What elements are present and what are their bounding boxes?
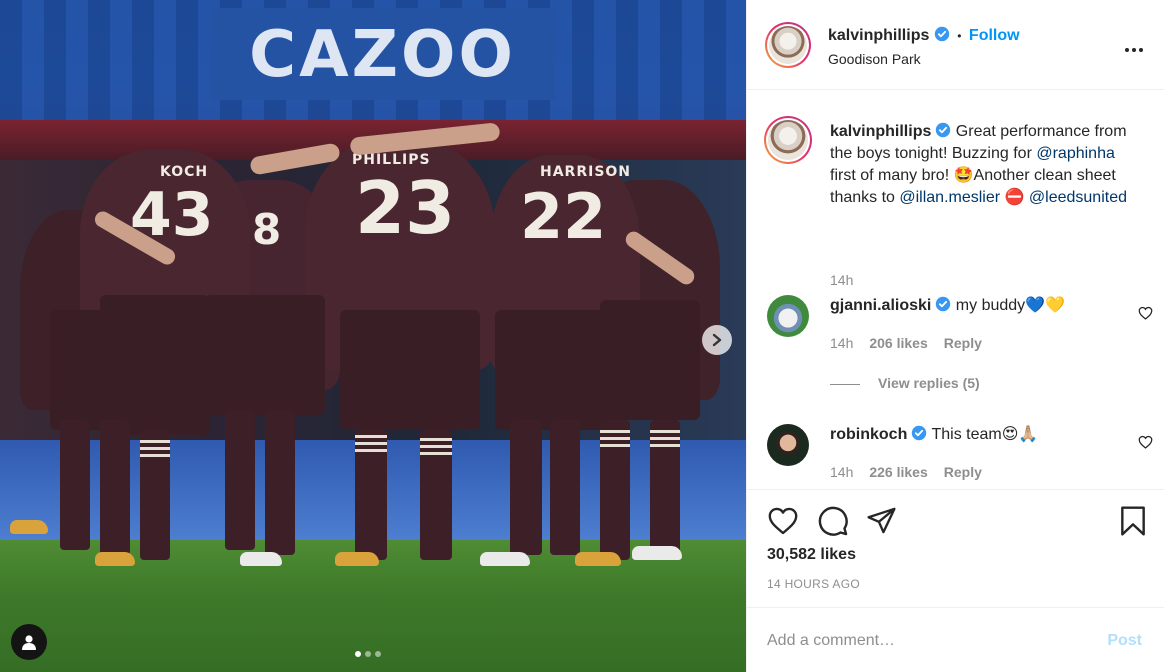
commenter-username[interactable]: robinkoch bbox=[830, 426, 907, 443]
boot bbox=[480, 552, 530, 566]
comment-text: gjanni.alioski my buddy💙💛 bbox=[830, 295, 1133, 317]
user-icon bbox=[22, 635, 36, 650]
player-8-number: 8 bbox=[252, 205, 282, 254]
follow-button[interactable]: Follow bbox=[969, 27, 1020, 44]
post-actions: 30,582 likes 14 HOURS AGO bbox=[747, 489, 1164, 607]
leg bbox=[550, 420, 580, 555]
comment-time: 14h bbox=[830, 464, 854, 480]
boot bbox=[575, 552, 621, 566]
caption-avatar-image bbox=[768, 120, 808, 160]
shorts bbox=[600, 300, 700, 420]
comment-meta: 14h 206 likes Reply bbox=[830, 335, 982, 351]
more-options-button[interactable] bbox=[1124, 36, 1144, 59]
boot bbox=[335, 552, 379, 566]
leg bbox=[100, 420, 130, 555]
comment-time: 14h bbox=[830, 335, 854, 351]
post-header: kalvinphillips • Follow Goodison Park bbox=[747, 0, 1164, 90]
sponsor-board: CAZOO bbox=[210, 8, 555, 100]
player-22-number: 22 bbox=[520, 180, 607, 253]
ellipsis-icon bbox=[1125, 48, 1143, 52]
carousel-next-button[interactable] bbox=[702, 325, 732, 355]
carousel-dot bbox=[365, 651, 371, 657]
chevron-right-icon bbox=[712, 333, 722, 347]
comment-likes[interactable]: 226 likes bbox=[869, 464, 927, 480]
like-heart-icon[interactable] bbox=[767, 506, 799, 535]
mention-link[interactable]: @illan.meslier bbox=[899, 189, 1000, 206]
leg bbox=[225, 410, 255, 550]
view-replies-label: View replies (5) bbox=[878, 375, 980, 391]
boot bbox=[240, 552, 282, 566]
author-avatar[interactable] bbox=[765, 22, 811, 68]
comment-body: This team😍🙏🏼 bbox=[927, 426, 1039, 443]
carousel-dot-active bbox=[355, 651, 361, 657]
sock-stripes bbox=[650, 430, 680, 448]
shorts bbox=[205, 295, 325, 415]
comment-text: robinkoch This team😍🙏🏼 bbox=[830, 424, 1133, 446]
caption-time: 14h bbox=[830, 272, 854, 288]
commenter-username[interactable]: gjanni.alioski bbox=[830, 297, 931, 314]
reply-button[interactable]: Reply bbox=[944, 464, 982, 480]
like-comment-heart-icon[interactable] bbox=[1138, 435, 1153, 449]
reply-button[interactable]: Reply bbox=[944, 335, 982, 351]
mention-link[interactable]: @raphinha bbox=[1036, 145, 1115, 162]
mention-link[interactable]: @leedsunited bbox=[1029, 189, 1127, 206]
post-photo[interactable]: CAZOO KOCH 43 8 PHILLIPS 23 HARRISON 22 bbox=[0, 0, 746, 672]
comment-input[interactable] bbox=[767, 628, 1087, 654]
player-23-number: 23 bbox=[355, 166, 456, 250]
post-location[interactable]: Goodison Park bbox=[828, 51, 921, 67]
comment-meta: 14h 226 likes Reply bbox=[830, 464, 982, 480]
save-bookmark-icon[interactable] bbox=[1118, 505, 1148, 537]
team-huddle: KOCH 43 8 PHILLIPS 23 HARRISON 22 bbox=[10, 100, 720, 580]
boot bbox=[95, 552, 135, 566]
post-comment-button[interactable]: Post bbox=[1107, 632, 1142, 650]
caption-username[interactable]: kalvinphillips bbox=[830, 123, 931, 140]
comments-list[interactable]: kalvinphillips Great performance from th… bbox=[747, 91, 1164, 489]
caption-text: kalvinphillips Great performance from th… bbox=[830, 121, 1133, 209]
caption-text-part: ⛔ bbox=[1000, 189, 1029, 206]
sock-stripes bbox=[355, 435, 387, 453]
sock-stripes bbox=[420, 438, 452, 456]
carousel-indicator bbox=[355, 651, 381, 657]
verified-badge-icon bbox=[934, 26, 950, 42]
commenter-avatar[interactable] bbox=[767, 424, 809, 466]
comment-body: my buddy💙💛 bbox=[951, 297, 1066, 314]
comment-bubble-icon[interactable] bbox=[817, 505, 849, 537]
share-paper-plane-icon[interactable] bbox=[866, 506, 897, 535]
player-22-name: HARRISON bbox=[540, 164, 632, 180]
sock-stripes bbox=[140, 440, 170, 460]
post-side-panel: kalvinphillips • Follow Goodison Park ka… bbox=[746, 0, 1164, 672]
tagged-users-button[interactable] bbox=[11, 624, 47, 660]
comment-likes[interactable]: 206 likes bbox=[869, 335, 927, 351]
post-timestamp[interactable]: 14 HOURS AGO bbox=[767, 577, 860, 591]
boot bbox=[632, 546, 682, 560]
view-replies-button[interactable]: View replies (5) bbox=[830, 375, 980, 391]
like-comment-heart-icon[interactable] bbox=[1138, 306, 1153, 320]
leg bbox=[265, 410, 295, 555]
leg bbox=[510, 420, 542, 555]
boot bbox=[10, 520, 48, 534]
verified-badge-icon bbox=[912, 425, 927, 441]
caption-avatar[interactable] bbox=[764, 116, 812, 164]
shorts bbox=[340, 310, 480, 430]
author-username[interactable]: kalvinphillips bbox=[828, 27, 929, 44]
commenter-avatar[interactable] bbox=[767, 295, 809, 337]
replies-divider-line bbox=[830, 383, 860, 385]
leg bbox=[60, 420, 90, 550]
player-43-name: KOCH bbox=[160, 164, 209, 180]
sponsor-board-text: CAZOO bbox=[249, 18, 516, 92]
shorts bbox=[100, 295, 210, 435]
author-avatar-image bbox=[769, 26, 807, 64]
likes-count[interactable]: 30,582 likes bbox=[767, 546, 856, 564]
verified-badge-icon bbox=[936, 296, 951, 312]
add-comment-bar: Post bbox=[747, 607, 1164, 672]
verified-badge-icon bbox=[936, 122, 951, 138]
separator-dot: • bbox=[957, 29, 962, 43]
shorts bbox=[495, 310, 605, 430]
carousel-dot bbox=[375, 651, 381, 657]
sock-stripes bbox=[600, 430, 630, 448]
